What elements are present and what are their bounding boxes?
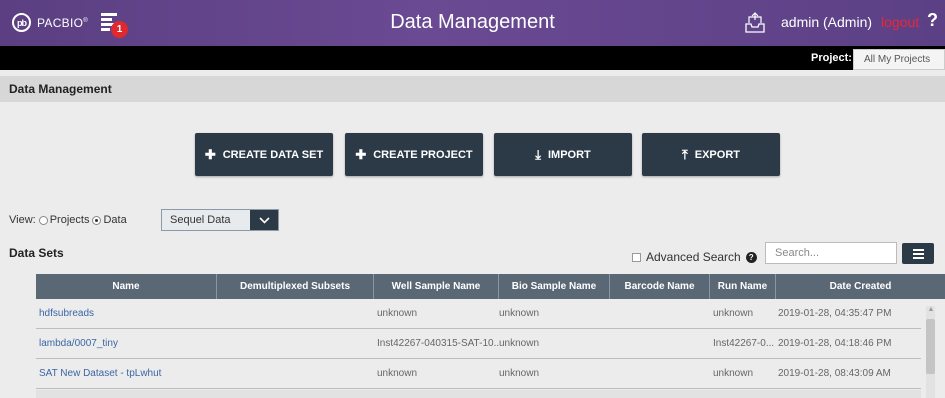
plus-icon: ✚ bbox=[355, 146, 367, 162]
pacbio-logo[interactable]: pb PACBIO® bbox=[12, 13, 88, 32]
project-select[interactable]: All My Projects bbox=[853, 49, 945, 70]
date-created-cell: 2019-01-28, 04:18:46 PM bbox=[778, 338, 892, 349]
data-sets-title: Data Sets bbox=[9, 246, 64, 260]
dataset-name-link[interactable]: hdfsubreads bbox=[36, 308, 217, 319]
table-overflow bbox=[36, 390, 921, 398]
date-created-cell: 2019-01-28, 04:35:47 PM bbox=[778, 308, 892, 319]
pacbio-logo-mark: pb bbox=[12, 13, 31, 32]
create-data-set-button[interactable]: ✚ CREATE DATA SET bbox=[195, 133, 333, 176]
data-radio[interactable] bbox=[92, 215, 102, 225]
table-row[interactable]: SAT New Dataset - tpLwhut unknown unknow… bbox=[36, 359, 921, 389]
run-name-cell: unknown bbox=[713, 308, 754, 319]
scroll-up-icon[interactable]: ▲ bbox=[927, 306, 935, 314]
create-project-button[interactable]: ✚ CREATE PROJECT bbox=[345, 133, 483, 176]
import-label: IMPORT bbox=[547, 148, 591, 161]
page-title: Data Management bbox=[9, 82, 112, 96]
user-menu[interactable]: admin (Admin) bbox=[781, 14, 872, 30]
search-input[interactable]: Search... bbox=[765, 242, 897, 264]
plus-icon: ✚ bbox=[204, 146, 216, 162]
view-label: View: bbox=[9, 214, 36, 226]
create-data-set-label: CREATE DATA SET bbox=[222, 148, 324, 161]
view-selector: View: Projects Data bbox=[9, 214, 127, 226]
data-radio-label[interactable]: Data bbox=[103, 214, 126, 226]
column-header-bio-sample[interactable]: Bio Sample Name bbox=[499, 274, 610, 299]
date-created-cell: 2019-01-28, 08:43:09 AM bbox=[778, 368, 891, 379]
scrollbar-thumb[interactable] bbox=[926, 319, 935, 374]
column-header-demultiplexed[interactable]: Demultiplexed Subsets bbox=[217, 274, 374, 299]
notifications-button[interactable]: 1 bbox=[101, 13, 128, 38]
dataset-type-value: Sequel Data bbox=[170, 214, 231, 226]
logo-text: PACBIO bbox=[37, 15, 84, 30]
import-button[interactable]: ⤓ IMPORT bbox=[494, 133, 632, 176]
project-label: Project: bbox=[811, 52, 852, 64]
create-project-label: CREATE PROJECT bbox=[373, 148, 473, 161]
chevron-down-icon[interactable] bbox=[250, 210, 278, 230]
projects-radio-label[interactable]: Projects bbox=[50, 214, 90, 226]
well-sample-cell: unknown bbox=[377, 368, 418, 379]
run-name-cell: unknown bbox=[713, 368, 754, 379]
table-row[interactable]: hdfsubreads unknown unknown unknown 2019… bbox=[36, 299, 921, 329]
project-bar: Project: bbox=[0, 46, 945, 70]
projects-radio[interactable] bbox=[38, 215, 48, 225]
well-sample-cell: Inst42267-040315-SAT-10... bbox=[377, 338, 499, 349]
table-row[interactable]: lambda/0007_tiny Inst42267-040315-SAT-10… bbox=[36, 329, 921, 359]
bio-sample-cell: unknown bbox=[499, 368, 540, 379]
export-button[interactable]: ⤒ EXPORT bbox=[642, 133, 780, 176]
dataset-type-select[interactable]: Sequel Data bbox=[161, 209, 279, 231]
advanced-search-label[interactable]: Advanced Search bbox=[646, 250, 741, 264]
download-icon: ⤓ bbox=[535, 146, 541, 162]
dataset-name-link[interactable]: SAT New Dataset - tpLwhut bbox=[36, 368, 217, 379]
data-sets-table: hdfsubreads unknown unknown unknown 2019… bbox=[36, 299, 921, 389]
column-toggle-button[interactable] bbox=[902, 243, 934, 264]
advanced-search-checkbox[interactable] bbox=[632, 252, 641, 262]
column-header-date-created[interactable]: Date Created bbox=[776, 274, 945, 299]
top-header: pb PACBIO® 1 Data Management admin (Admi… bbox=[0, 0, 945, 46]
inbox-tray-icon[interactable] bbox=[744, 12, 766, 34]
table-header: Name Demultiplexed Subsets Well Sample N… bbox=[36, 274, 945, 299]
page-header: Data Management bbox=[0, 76, 945, 102]
column-header-name[interactable]: Name bbox=[36, 274, 217, 299]
logout-link[interactable]: logout bbox=[881, 14, 919, 30]
column-header-well-sample[interactable]: Well Sample Name bbox=[374, 274, 499, 299]
column-header-run-name[interactable]: Run Name bbox=[710, 274, 776, 299]
list-icon bbox=[912, 248, 924, 251]
pacbio-logo-text: PACBIO® bbox=[37, 15, 88, 30]
question-circle-icon[interactable]: ? bbox=[745, 251, 757, 263]
export-label: EXPORT bbox=[694, 148, 740, 161]
notification-count-badge: 1 bbox=[111, 21, 128, 38]
bio-sample-cell: unknown bbox=[499, 308, 540, 319]
column-header-barcode[interactable]: Barcode Name bbox=[610, 274, 710, 299]
help-icon[interactable]: ? bbox=[927, 10, 938, 31]
well-sample-cell: unknown bbox=[377, 308, 418, 319]
run-name-cell: Inst42267-0... bbox=[713, 338, 775, 349]
bio-sample-cell: unknown bbox=[499, 338, 540, 349]
advanced-search[interactable]: Advanced Search ? bbox=[632, 250, 757, 264]
upload-icon: ⤒ bbox=[682, 146, 688, 162]
dataset-name-link[interactable]: lambda/0007_tiny bbox=[36, 338, 217, 349]
